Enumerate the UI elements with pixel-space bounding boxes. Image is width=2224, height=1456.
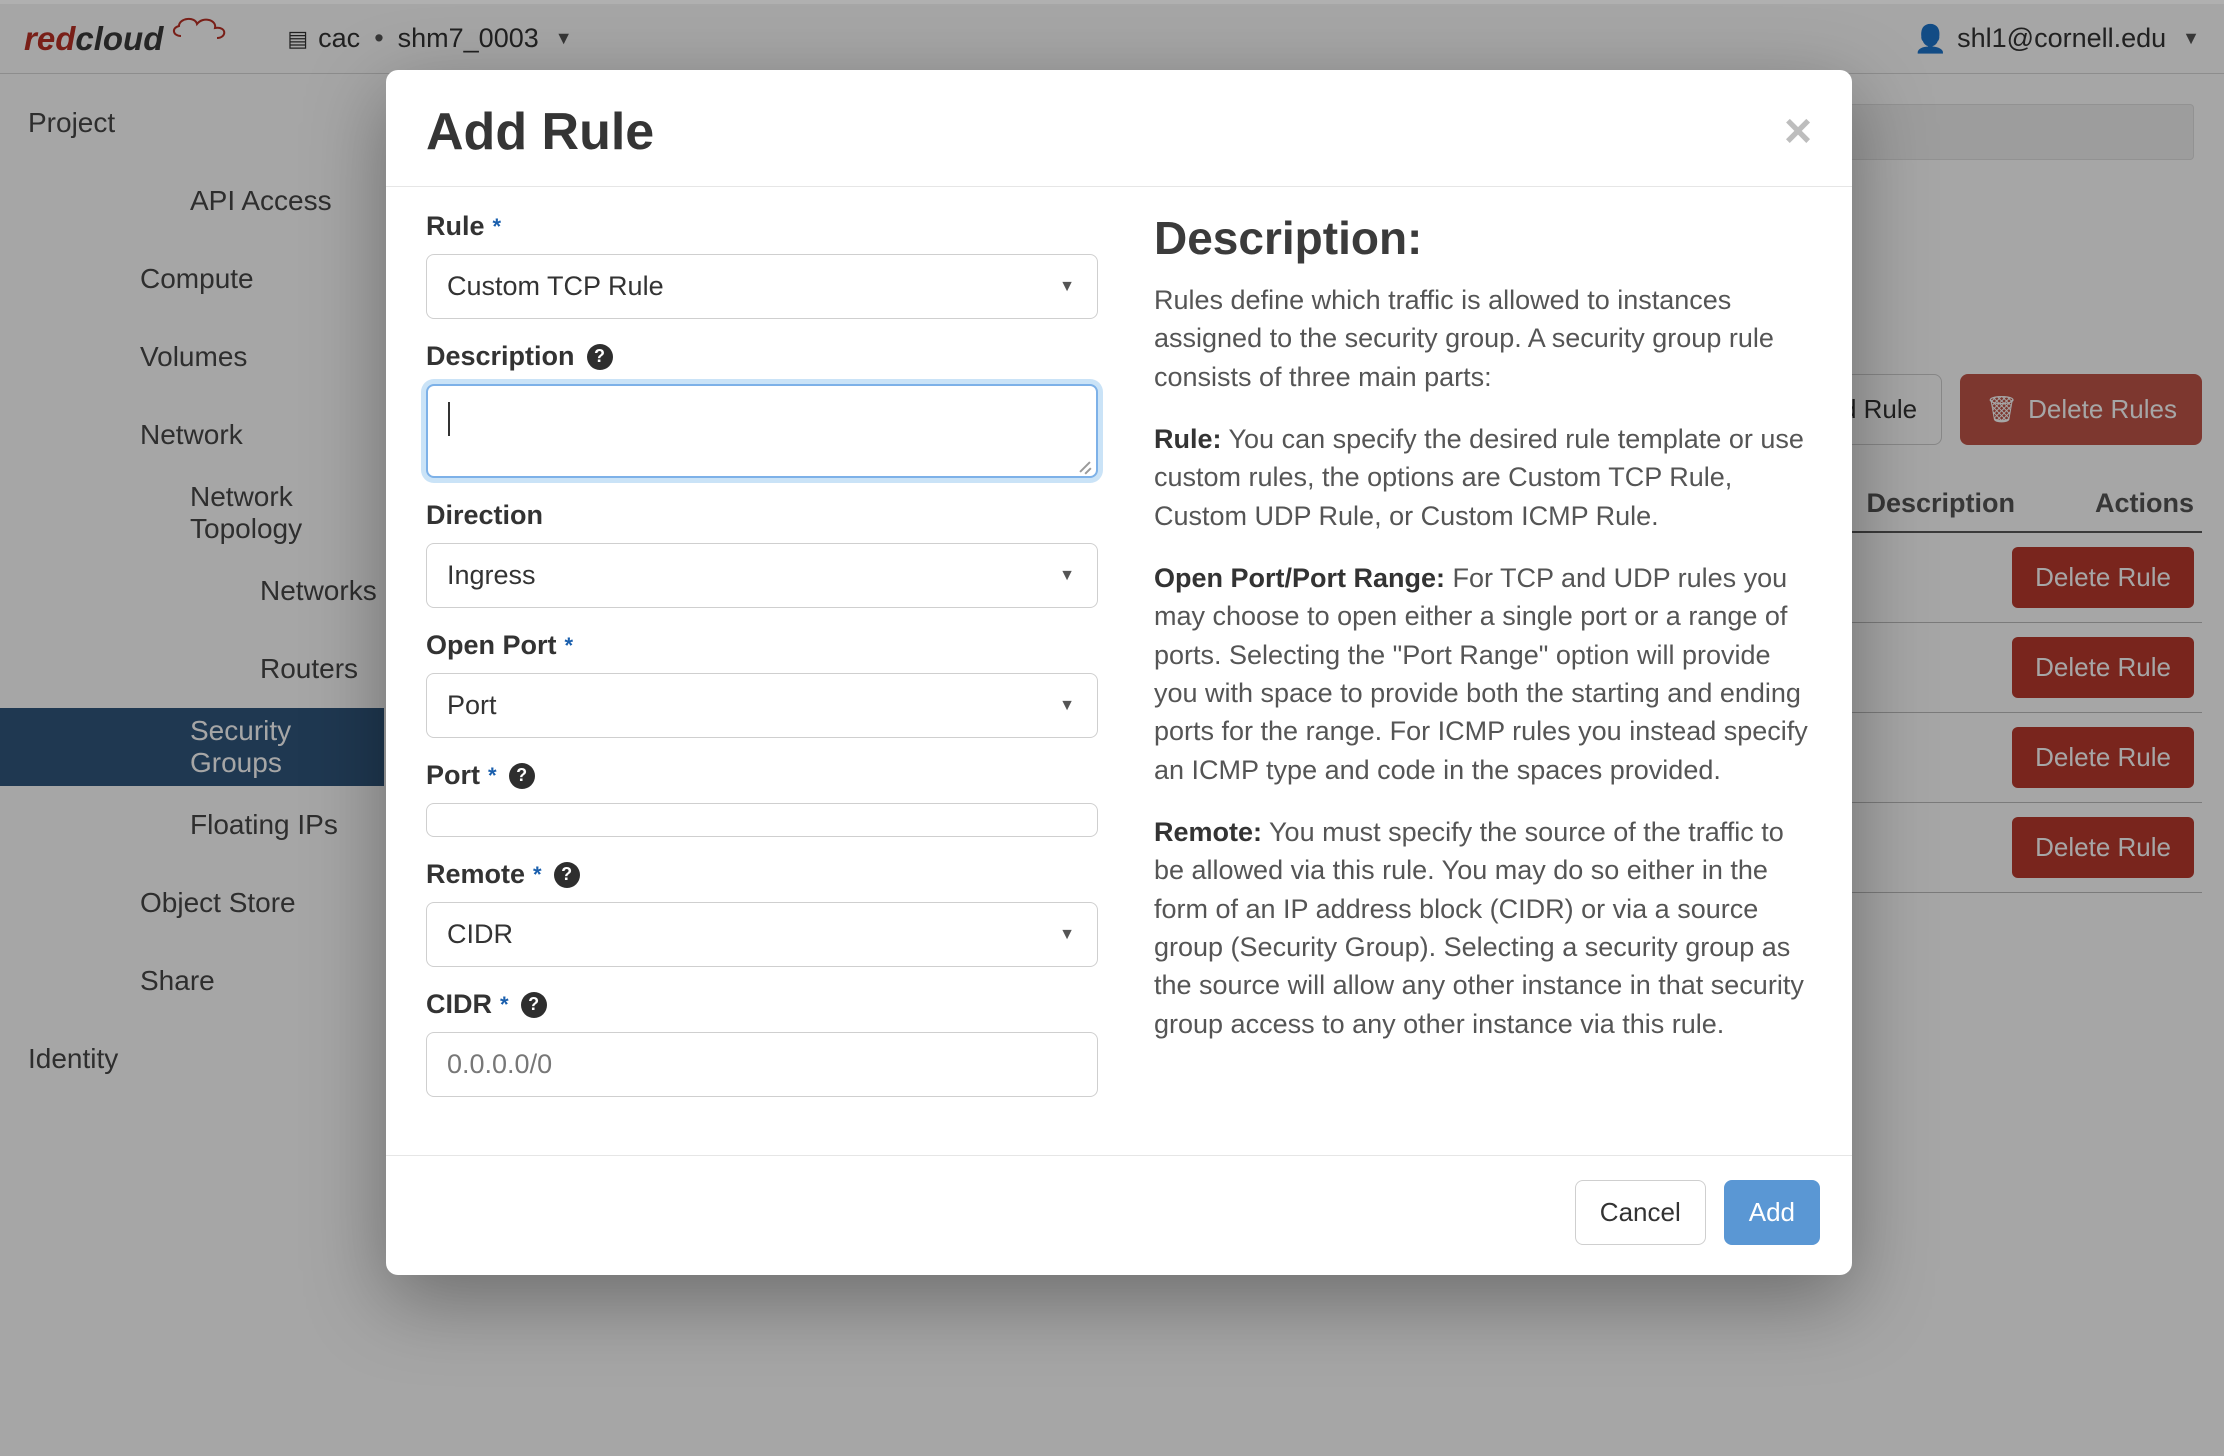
remote-select[interactable]: CIDR ▼ — [426, 902, 1098, 967]
help-icon[interactable]: ? — [554, 862, 580, 888]
help-icon[interactable]: ? — [587, 344, 613, 370]
remote-select-value: CIDR — [447, 919, 513, 950]
modal-title: Add Rule — [426, 102, 654, 162]
add-label: Add — [1749, 1197, 1795, 1228]
label-description: Description — [426, 341, 575, 372]
help-heading: Description: — [1154, 211, 1812, 265]
required-star: * — [488, 763, 497, 789]
help-port-text: For TCP and UDP rules you may choose to … — [1154, 563, 1808, 785]
add-rule-modal: Add Rule × Rule * Custom TCP Rule ▼ — [386, 70, 1852, 1275]
help-icon[interactable]: ? — [521, 992, 547, 1018]
chevron-down-icon: ▼ — [1059, 926, 1075, 944]
cidr-value: 0.0.0.0/0 — [447, 1049, 552, 1080]
help-rule-label: Rule: — [1154, 424, 1222, 454]
required-star: * — [493, 214, 502, 240]
cancel-label: Cancel — [1600, 1197, 1681, 1228]
label-rule: Rule — [426, 211, 485, 242]
help-remote-text: You must specify the source of the traff… — [1154, 817, 1804, 1039]
label-remote: Remote — [426, 859, 525, 890]
required-star: * — [500, 992, 509, 1018]
chevron-down-icon: ▼ — [1059, 697, 1075, 715]
required-star: * — [533, 862, 542, 888]
chevron-down-icon: ▼ — [1059, 567, 1075, 585]
open-port-select[interactable]: Port ▼ — [426, 673, 1098, 738]
label-open-port: Open Port — [426, 630, 557, 661]
label-port: Port — [426, 760, 480, 791]
required-star: * — [565, 633, 574, 659]
direction-select-value: Ingress — [447, 560, 536, 591]
text-cursor — [448, 402, 450, 436]
help-icon[interactable]: ? — [509, 763, 535, 789]
label-cidr: CIDR — [426, 989, 492, 1020]
form-column: Rule * Custom TCP Rule ▼ Description ? — [426, 211, 1098, 1119]
label-direction: Direction — [426, 500, 543, 531]
rule-select-value: Custom TCP Rule — [447, 271, 664, 302]
resize-grip-icon[interactable] — [1076, 456, 1092, 472]
chevron-down-icon: ▼ — [1059, 278, 1075, 296]
cidr-input[interactable]: 0.0.0.0/0 — [426, 1032, 1098, 1097]
help-remote-label: Remote: — [1154, 817, 1262, 847]
description-textarea[interactable] — [426, 384, 1098, 478]
close-icon[interactable]: × — [1784, 108, 1812, 156]
rule-select[interactable]: Custom TCP Rule ▼ — [426, 254, 1098, 319]
direction-select[interactable]: Ingress ▼ — [426, 543, 1098, 608]
cancel-button[interactable]: Cancel — [1575, 1180, 1706, 1245]
add-button[interactable]: Add — [1724, 1180, 1820, 1245]
help-column: Description: Rules define which traffic … — [1154, 211, 1812, 1119]
help-rule-text: You can specify the desired rule templat… — [1154, 424, 1804, 531]
port-input[interactable] — [426, 803, 1098, 837]
help-port-label: Open Port/Port Range: — [1154, 563, 1445, 593]
open-port-select-value: Port — [447, 690, 497, 721]
help-intro: Rules define which traffic is allowed to… — [1154, 281, 1812, 396]
